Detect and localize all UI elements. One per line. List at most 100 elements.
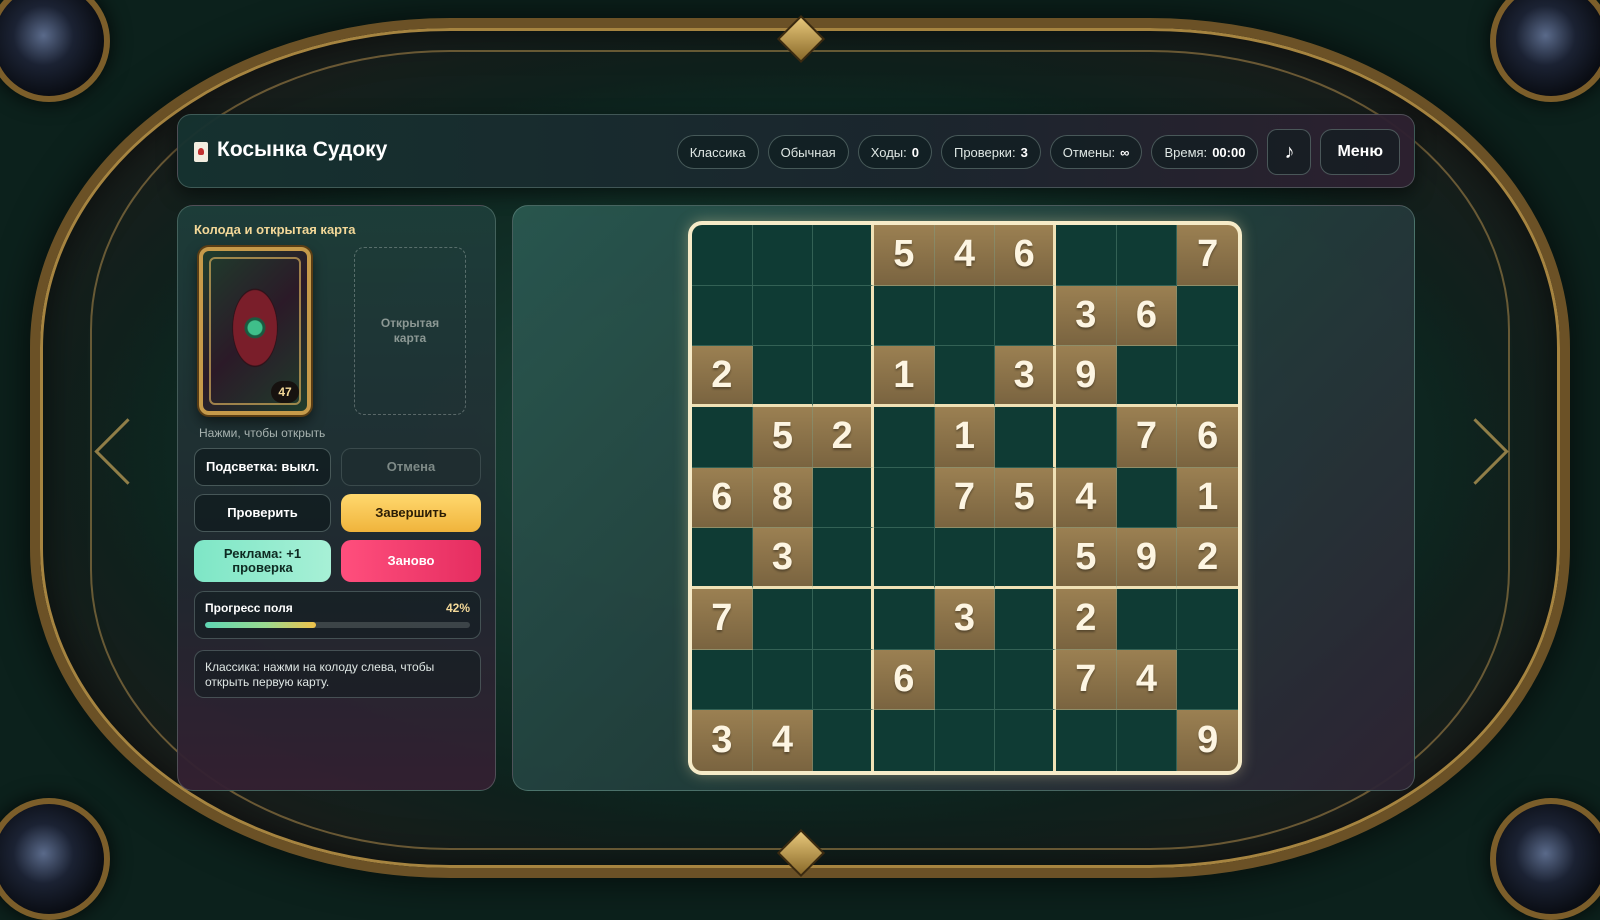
board-cell[interactable]: 7: [1116, 407, 1178, 468]
board-cell[interactable]: [813, 589, 874, 650]
mode-pill[interactable]: Классика: [676, 135, 759, 169]
board-cell[interactable]: 4: [1056, 467, 1117, 529]
undo-button[interactable]: Отмена: [341, 448, 481, 486]
corner-orb-top-left: [0, 0, 110, 102]
board-cell[interactable]: [813, 225, 874, 286]
board-cell[interactable]: 4: [1116, 649, 1178, 711]
board-cell[interactable]: [752, 225, 814, 286]
board-cell[interactable]: 6: [1116, 285, 1178, 347]
board-cell[interactable]: [995, 649, 1056, 711]
board-cell[interactable]: 5: [752, 407, 814, 468]
board-cell[interactable]: 4: [752, 710, 814, 771]
board-cell[interactable]: [692, 407, 753, 468]
board-cell[interactable]: [934, 649, 996, 711]
board-cell[interactable]: [1056, 407, 1117, 468]
board-cell[interactable]: 6: [692, 467, 753, 529]
board-cell[interactable]: [692, 285, 753, 347]
board-cell[interactable]: 3: [934, 589, 996, 650]
board-cell[interactable]: [995, 589, 1056, 650]
board-cell[interactable]: [813, 649, 874, 711]
board-cell[interactable]: [1116, 467, 1178, 529]
board-cell[interactable]: [813, 710, 874, 771]
board-cell[interactable]: 5: [995, 467, 1056, 529]
board-cell[interactable]: [874, 589, 935, 650]
card-deck[interactable]: 47: [199, 247, 311, 415]
board-cell[interactable]: [934, 710, 996, 771]
board-cell[interactable]: 6: [995, 225, 1056, 286]
board-cell[interactable]: [1116, 710, 1178, 771]
board-cell[interactable]: 4: [934, 225, 996, 286]
progress-percent: 42%: [445, 601, 470, 615]
board-cell[interactable]: 3: [1056, 285, 1117, 347]
corner-orb-top-right: [1490, 0, 1600, 102]
status-pills: Классика Обычная Ходы: 0 Проверки: 3 Отмен…: [676, 129, 1400, 175]
board-cell[interactable]: [1116, 346, 1178, 407]
board-cell[interactable]: [692, 649, 753, 711]
board-cell[interactable]: [934, 346, 996, 407]
board-cell[interactable]: 7: [934, 467, 996, 529]
board-cell[interactable]: 1: [874, 346, 935, 407]
board-cell[interactable]: [813, 467, 874, 529]
board-cell[interactable]: [995, 285, 1056, 347]
highlight-toggle-button[interactable]: Подсветка: выкл.: [194, 448, 331, 486]
board-cell[interactable]: 5: [874, 225, 935, 286]
board-cell[interactable]: 6: [874, 649, 935, 711]
board-cell[interactable]: [752, 649, 814, 711]
music-toggle-button[interactable]: ♪: [1267, 129, 1312, 175]
board-cell[interactable]: [1177, 589, 1238, 650]
board-cell[interactable]: [752, 589, 814, 650]
board-cell[interactable]: 2: [813, 407, 874, 468]
board-cell[interactable]: [934, 528, 996, 589]
board-cell[interactable]: 8: [752, 467, 814, 529]
board-cell[interactable]: [874, 710, 935, 771]
card-logo-icon: [194, 142, 208, 162]
board-cell[interactable]: [1056, 710, 1117, 771]
board-cell[interactable]: [1177, 346, 1238, 407]
moves-label: Ходы:: [870, 144, 907, 160]
board-cell[interactable]: 2: [1056, 589, 1117, 650]
board-cell[interactable]: [874, 467, 935, 529]
board-cell[interactable]: 6: [1177, 407, 1238, 468]
menu-button[interactable]: Меню: [1320, 129, 1400, 175]
board-cell[interactable]: 7: [1056, 649, 1117, 711]
board-cell[interactable]: 9: [1056, 346, 1117, 407]
progress-label: Прогресс поля: [205, 601, 293, 615]
board-cell[interactable]: [1116, 589, 1178, 650]
board-cell[interactable]: [995, 710, 1056, 771]
board-cell[interactable]: [995, 528, 1056, 589]
board-cell[interactable]: 1: [1177, 467, 1238, 529]
board-cell[interactable]: 3: [692, 710, 753, 771]
board-cell[interactable]: [874, 528, 935, 589]
board-cell[interactable]: [752, 346, 814, 407]
finish-button[interactable]: Завершить: [341, 494, 481, 532]
board-cell[interactable]: [692, 528, 753, 589]
board-cell[interactable]: 5: [1056, 528, 1117, 589]
restart-button[interactable]: Заново: [341, 540, 481, 582]
board-cell[interactable]: [1056, 225, 1117, 286]
watch-ad-button[interactable]: Реклама: +1 проверка: [194, 540, 331, 582]
board-cell[interactable]: 2: [1177, 528, 1238, 589]
board-cell[interactable]: [752, 285, 814, 347]
board-cell[interactable]: [1116, 225, 1178, 286]
board-cell[interactable]: 3: [995, 346, 1056, 407]
board-cell[interactable]: 1: [934, 407, 996, 468]
difficulty-pill[interactable]: Обычная: [767, 135, 849, 169]
board-cell[interactable]: [995, 407, 1056, 468]
board-cell[interactable]: [692, 225, 753, 286]
board-cell[interactable]: [813, 528, 874, 589]
board-cell[interactable]: [813, 346, 874, 407]
board-cell[interactable]: [874, 285, 935, 347]
check-button[interactable]: Проверить: [194, 494, 331, 532]
top-bar: Косынка Судоку Классика Обычная Ходы: 0 П…: [177, 114, 1415, 188]
board-cell[interactable]: 9: [1177, 710, 1238, 771]
board-cell[interactable]: 7: [1177, 225, 1238, 286]
board-cell[interactable]: [1177, 649, 1238, 711]
board-cell[interactable]: [813, 285, 874, 347]
board-cell[interactable]: 3: [752, 528, 814, 589]
board-cell[interactable]: [1177, 285, 1238, 347]
board-cell[interactable]: [874, 407, 935, 468]
board-cell[interactable]: [934, 285, 996, 347]
board-cell[interactable]: 7: [692, 589, 753, 650]
board-cell[interactable]: 2: [692, 346, 753, 407]
board-cell[interactable]: 9: [1116, 528, 1178, 589]
